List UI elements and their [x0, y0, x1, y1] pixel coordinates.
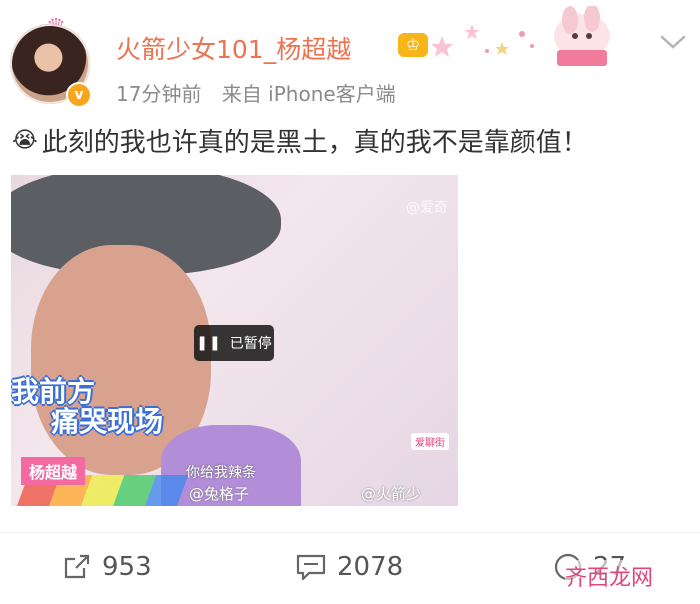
comment-count: 2078: [337, 552, 404, 582]
video-watermark-right: @火箭少: [361, 485, 422, 503]
member-crown-icon[interactable]: ♔: [398, 33, 428, 57]
video-watermark-left: @兔格子: [189, 485, 250, 503]
comment-button[interactable]: 2078: [295, 552, 403, 582]
crying-emoji-icon: 😭: [12, 128, 38, 153]
post-source[interactable]: 来自 iPhone客户端: [222, 82, 396, 106]
share-count: 953: [102, 552, 152, 582]
post-time: 17分钟前: [116, 82, 202, 106]
verified-badge-icon: v: [66, 82, 92, 108]
action-divider: [0, 532, 700, 533]
post-body: 此刻的我也许真的是黑土，真的我不是靠颜值！: [41, 128, 588, 158]
pause-icon: ❚❚: [196, 335, 222, 351]
share-icon: [64, 554, 90, 579]
video-subtitle: 你给我辣条: [186, 465, 256, 481]
post-content: 😭 此刻的我也许真的是黑土，真的我不是靠颜值！: [12, 122, 588, 159]
video-caption-line2: 痛哭现场: [51, 405, 164, 438]
pause-indicator[interactable]: ❚❚ 已暂停: [194, 325, 274, 361]
video-player[interactable]: @爱奇 ❚❚ 已暂停 我前方 痛哭现场 爱聊街 杨超越 你给我辣条 @兔格子 @…: [11, 175, 458, 506]
video-name-tag: 杨超越: [21, 457, 86, 485]
channel-badge: 爱聊街: [411, 433, 449, 450]
comment-icon: [296, 554, 326, 581]
pause-label: 已暂停: [229, 336, 272, 352]
card-decoration-icon: [432, 6, 610, 66]
share-button[interactable]: 953: [62, 552, 152, 582]
avatar-container[interactable]: ♛ v: [8, 14, 94, 108]
username[interactable]: 火箭少女101_杨超越: [116, 30, 351, 66]
video-watermark-top: @爱奇: [406, 200, 448, 216]
post-meta: 17分钟前 来自 iPhone客户端: [116, 78, 396, 107]
site-watermark: 齐西龙网: [565, 560, 654, 592]
chevron-down-icon[interactable]: [658, 30, 688, 54]
